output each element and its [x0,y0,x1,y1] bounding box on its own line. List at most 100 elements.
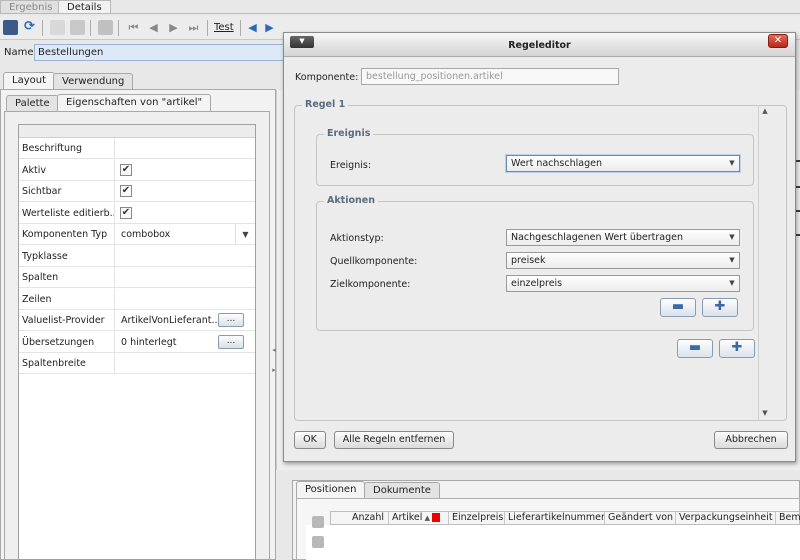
cancel-button[interactable]: Abbrechen [714,431,788,449]
edge-marker [796,210,800,212]
werteliste-editierbar-checkbox[interactable]: ✔ [120,207,132,219]
add-action-button[interactable]: ✚ [702,298,738,317]
minus-icon: ▬ [688,340,702,355]
tab-positionen[interactable]: Positionen [296,481,366,498]
positions-grid[interactable] [306,525,800,560]
property-row[interactable]: Typklasse [19,246,255,267]
name-input[interactable]: Bestellungen [34,44,324,61]
property-row[interactable]: Spalten [19,267,255,288]
scroll-up-icon[interactable]: ▲ [759,105,771,117]
property-row[interactable]: Beschriftung [19,138,255,159]
row-icon [312,516,324,528]
property-name: Komponenten Typ [19,224,115,245]
property-name: Werteliste editierb... [19,203,115,224]
push-left-icon[interactable]: ◀ [245,20,260,35]
uebersetzungen-button[interactable]: ... [218,335,244,349]
next-record-icon[interactable]: ▶ [166,20,181,35]
name-label: Name [4,47,34,58]
tab-divider [0,13,800,14]
remove-action-button[interactable]: ▬ [660,298,696,317]
aktionstyp-select[interactable]: Nachgeschlagenen Wert übertragen ▼ [506,229,740,246]
column-header[interactable]: Geändert von [605,512,676,524]
toolbar-separator [118,20,119,36]
tab-layout[interactable]: Layout [3,72,55,89]
close-icon[interactable]: ✕ [768,34,788,48]
tab-eigenschaften[interactable]: Eigenschaften von "artikel" [57,94,212,111]
property-value [118,138,124,159]
new-icon[interactable] [50,20,65,35]
minus-icon: ▬ [671,299,685,314]
property-row[interactable]: Sichtbar ✔ [19,181,255,202]
remove-rule-button[interactable]: ▬ [677,339,713,358]
first-record-icon[interactable]: ⏮ [126,20,141,35]
property-row[interactable]: Aktiv ✔ [19,160,255,181]
property-value [118,246,124,267]
tab-ergebnis[interactable]: Ergebnis [0,0,62,14]
last-record-icon[interactable]: ⏭ [186,20,201,35]
property-name: Aktiv [19,160,115,181]
push-right-icon[interactable]: ▶ [262,20,277,35]
edge-marker [796,160,800,162]
regel-title: Regel 1 [302,99,349,110]
property-name: Beschriftung [19,138,115,159]
column-header[interactable]: Lieferartikelnummer [505,512,605,524]
tab-details[interactable]: Details [58,0,111,14]
tab-dokumente[interactable]: Dokumente [364,482,440,499]
property-name: Typklasse [19,246,115,267]
table-header [19,125,255,138]
delete-icon[interactable] [98,20,113,35]
aktiv-checkbox[interactable]: ✔ [120,164,132,176]
test-button[interactable]: Test [214,22,234,33]
add-rule-button[interactable]: ✚ [719,339,755,358]
ok-button[interactable]: OK [294,431,326,449]
column-header[interactable]: Anzahl [349,512,389,524]
regel-scrollbar[interactable]: ▲ ▼ [758,105,770,421]
property-name: Zeilen [19,289,115,310]
zielkomponente-select[interactable]: einzelpreis ▼ [506,275,740,292]
quellkomponente-select[interactable]: preisek ▼ [506,252,740,269]
plus-icon: ✚ [731,340,743,355]
sichtbar-checkbox[interactable]: ✔ [120,185,132,197]
column-header[interactable]: Artikel ▲ [389,512,449,524]
column-header[interactable]: Verpackungseinheit [676,512,776,524]
property-value [118,289,124,310]
toolbar-separator [42,20,43,36]
toolbar-separator [90,20,91,36]
scroll-down-icon[interactable]: ▼ [759,407,771,419]
property-row[interactable]: Valuelist-Provider ArtikelVonLieferant...… [19,310,255,331]
property-row[interactable]: Spaltenbreite [19,353,255,374]
previous-record-icon[interactable]: ◀ [146,20,161,35]
grid-header: Anzahl Artikel ▲ Einzelpreis Lieferartik… [330,511,800,525]
refresh-icon[interactable]: ⟳ [22,20,37,35]
ereignis-value: Wert nachschlagen [511,158,602,169]
komponente-label: Komponente: [295,72,359,83]
chevron-down-icon[interactable]: ▼ [725,230,739,245]
property-row[interactable]: Werteliste editierb... ✔ [19,203,255,224]
property-name: Spaltenbreite [19,353,115,374]
komponente-field: bestellung_positionen.artikel [361,68,619,85]
chevron-down-icon[interactable]: ▼ [725,276,739,291]
column-header[interactable]: Einzelpreis [449,512,505,524]
chevron-down-icon[interactable]: ▼ [235,224,255,245]
dialog-titlebar[interactable]: ▼ Regeleditor ✕ [284,33,795,57]
property-row[interactable]: Übersetzungen 0 hinterlegt... [19,332,255,353]
valuelist-provider-button[interactable]: ... [218,313,244,327]
property-row[interactable]: Zeilen [19,289,255,310]
chevron-down-icon[interactable]: ▼ [725,253,739,268]
tab-palette[interactable]: Palette [6,95,59,112]
property-name: Sichtbar [19,181,115,202]
save-icon[interactable] [3,20,18,35]
property-row[interactable]: Komponenten Typ combobox ▼ [19,224,255,245]
quellkomponente-value: preisek [511,255,546,266]
aktionstyp-label: Aktionstyp: [330,233,384,244]
tab-verwendung[interactable]: Verwendung [53,73,134,90]
komponenten-typ-select[interactable]: combobox [118,224,173,245]
clone-icon[interactable] [70,20,85,35]
dialog-title: Regeleditor [508,40,571,51]
chevron-down-icon[interactable]: ▼ [725,156,739,171]
edge-marker [796,186,800,188]
column-header[interactable]: Bem [776,512,800,524]
remove-all-rules-button[interactable]: Alle Regeln entfernen [334,431,454,449]
ereignis-select[interactable]: Wert nachschlagen ▼ [506,155,740,172]
regeleditor-dialog: ▼ Regeleditor ✕ Komponente: bestellung_p… [283,32,796,462]
